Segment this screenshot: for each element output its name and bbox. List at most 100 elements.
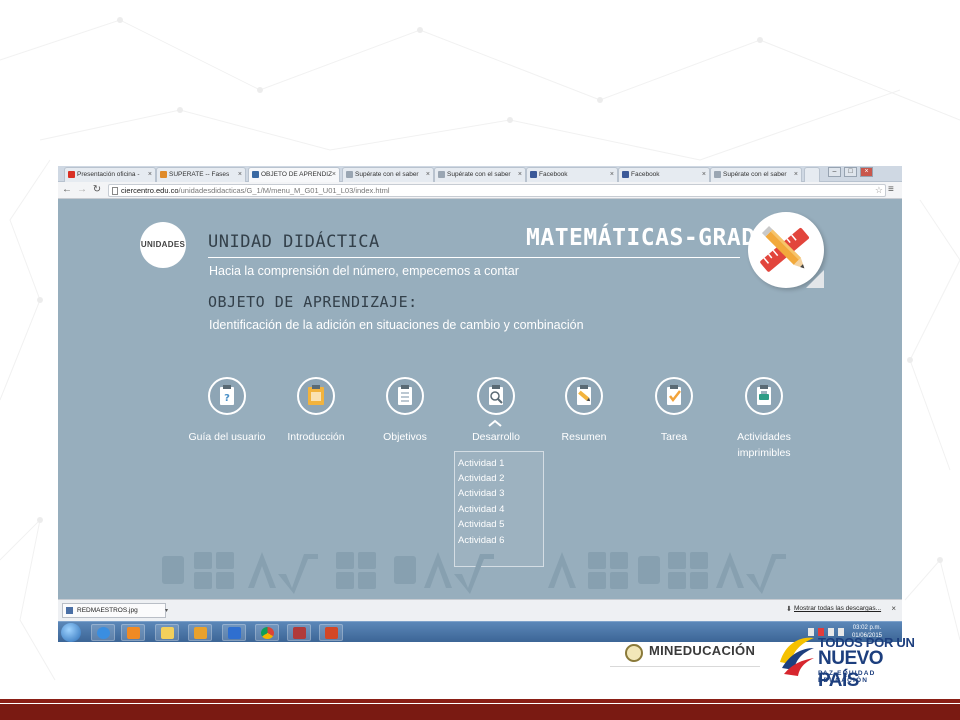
lync-taskbar-button[interactable] [222, 624, 246, 641]
chrome-icon [261, 627, 274, 639]
objeto-heading: OBJETO DE APRENDIZAJE: [208, 293, 418, 311]
nav-label: Tarea [660, 431, 688, 443]
colombia-swoosh-icon [780, 637, 814, 676]
explorer-taskbar-button[interactable] [155, 624, 179, 641]
ministry-name: MINEDUCACIÓN [649, 643, 756, 658]
close-icon[interactable]: × [148, 168, 152, 181]
access-taskbar-button[interactable] [287, 624, 311, 641]
media-player-taskbar-button[interactable] [121, 624, 145, 641]
nav-resumen[interactable]: Resumen [539, 377, 629, 467]
url-host: ciercentro.edu.co [121, 186, 179, 195]
nav-objetivos[interactable]: Objetivos [360, 377, 450, 467]
url-field[interactable]: ciercentro.edu.co/unidadesdidacticas/G_1… [108, 184, 886, 197]
footer-band [0, 699, 960, 703]
nav-guia-usuario[interactable]: ? Guía del usuario [182, 377, 272, 467]
close-icon[interactable]: × [238, 168, 242, 181]
chrome-taskbar-button[interactable] [255, 624, 279, 641]
activity-link[interactable]: Actividad 1 [458, 458, 504, 469]
page-icon [112, 187, 118, 195]
close-icon[interactable]: × [426, 168, 430, 181]
ie-taskbar-button[interactable] [91, 624, 115, 641]
show-all-downloads-link[interactable]: Mostrar todas las descargas... [794, 605, 881, 612]
tab-gmail[interactable]: Presentación oficina - × [64, 167, 156, 182]
folder-clipboard-icon [297, 377, 335, 415]
outlook-icon [194, 627, 207, 639]
tab-superate-saber[interactable]: Supérate con el saber × [434, 167, 526, 182]
outlook-taskbar-button[interactable] [188, 624, 212, 641]
facebook-icon [530, 171, 537, 178]
minimize-button[interactable]: – [828, 167, 841, 177]
math-pattern-decoration [162, 552, 786, 594]
powerpoint-taskbar-button[interactable] [319, 624, 343, 641]
download-item[interactable]: REDMAESTROS.jpg ▾ [62, 603, 168, 618]
tab-label: Facebook [631, 171, 660, 178]
tab-superate-saber[interactable]: Supérate con el saber × [342, 167, 434, 182]
activity-link[interactable]: Actividad 4 [458, 504, 504, 515]
tab-objeto-aprendizaje[interactable]: OBJETO DE APRENDIZ × [248, 167, 340, 182]
nav-introduccion[interactable]: Introducción [271, 377, 361, 467]
download-bar: REDMAESTROS.jpg ▾ ⬇ Mostrar todas las de… [58, 599, 902, 621]
download-filename: REDMAESTROS.jpg [77, 607, 138, 614]
logo-divider [610, 666, 760, 667]
nav-label: Actividades imprimibles [737, 431, 791, 459]
nav-actividades-imprimibles[interactable]: Actividades imprimibles [719, 377, 809, 467]
close-icon[interactable]: × [332, 168, 336, 181]
svg-text:?: ? [224, 393, 230, 404]
tab-facebook[interactable]: Facebook × [618, 167, 710, 182]
maximize-button[interactable]: □ [844, 167, 857, 177]
tab-superate-saber[interactable]: Supérate con el saber × [710, 167, 802, 182]
back-arrow-icon[interactable]: ← [61, 184, 73, 196]
tab-label: SUPERATE -- Fases [169, 171, 230, 178]
chevron-down-icon[interactable]: ▾ [165, 605, 168, 618]
close-icon[interactable]: × [518, 168, 522, 181]
objeto-subtitle: Identificación de la adición en situacio… [209, 318, 584, 332]
slide: Presentación oficina - × SUPERATE -- Fas… [0, 0, 960, 720]
footer-band [0, 704, 960, 720]
start-button[interactable] [61, 623, 81, 642]
tab-label: Supérate con el saber [723, 171, 787, 178]
nav-label: Resumen [561, 431, 607, 443]
nav-tarea[interactable]: Tarea [629, 377, 719, 467]
download-icon: ⬇ [786, 606, 792, 613]
new-tab-button[interactable] [804, 167, 820, 182]
activity-link[interactable]: Actividad 5 [458, 519, 504, 530]
pencil-clipboard-icon [565, 377, 603, 415]
lync-icon [228, 627, 241, 639]
check-clipboard-icon [655, 377, 693, 415]
magnifier-clipboard-icon [477, 377, 515, 415]
activity-link[interactable]: Actividad 2 [458, 473, 504, 484]
checklist-clipboard-icon [386, 377, 424, 415]
bookmark-star-icon[interactable]: ☆ [875, 185, 883, 196]
tab-label: Supérate con el saber [355, 171, 419, 178]
slogan-line-3: PAZ EQUIDAD EDUCACIÓN [818, 670, 876, 684]
tab-facebook[interactable]: Facebook × [526, 167, 618, 182]
title-divider [208, 257, 740, 258]
access-icon [293, 627, 306, 639]
tab-label: OBJETO DE APRENDIZ [261, 171, 333, 178]
close-icon[interactable]: × [794, 168, 798, 181]
activity-link[interactable]: Actividad 3 [458, 488, 504, 499]
menu-icon[interactable]: ≡ [888, 184, 898, 196]
nav-label: Objetivos [383, 431, 427, 443]
tab-label: Supérate con el saber [447, 171, 511, 178]
close-icon[interactable]: × [610, 168, 614, 181]
browser-screenshot: Presentación oficina - × SUPERATE -- Fas… [58, 166, 902, 642]
page-icon [252, 171, 259, 178]
forward-arrow-icon[interactable]: → [76, 184, 88, 196]
printer-clipboard-icon [745, 377, 783, 415]
nav-label: Introducción [287, 431, 345, 443]
close-icon[interactable]: × [702, 168, 706, 181]
media-player-icon [127, 627, 140, 639]
page-content: UNIDADES UNIDAD DIDÁCTICA MATEMÁTICAS-GR… [58, 199, 902, 599]
url-path: /unidadesdidacticas/G_1/M/menu_M_G01_U01… [178, 186, 390, 195]
nav-label: Desarrollo [472, 431, 520, 443]
ruler-pencil-icon [748, 212, 824, 288]
help-clipboard-icon: ? [208, 377, 246, 415]
close-window-button[interactable]: × [860, 167, 873, 177]
close-icon[interactable]: × [891, 604, 896, 613]
tab-superate[interactable]: SUPERATE -- Fases × [156, 167, 246, 182]
reload-icon[interactable]: ↻ [91, 184, 103, 196]
unidad-subtitle: Hacia la comprensión del número, empecem… [209, 264, 519, 278]
clock-time: 03:02 p.m. [852, 625, 882, 631]
unidades-button[interactable]: UNIDADES [140, 222, 186, 268]
